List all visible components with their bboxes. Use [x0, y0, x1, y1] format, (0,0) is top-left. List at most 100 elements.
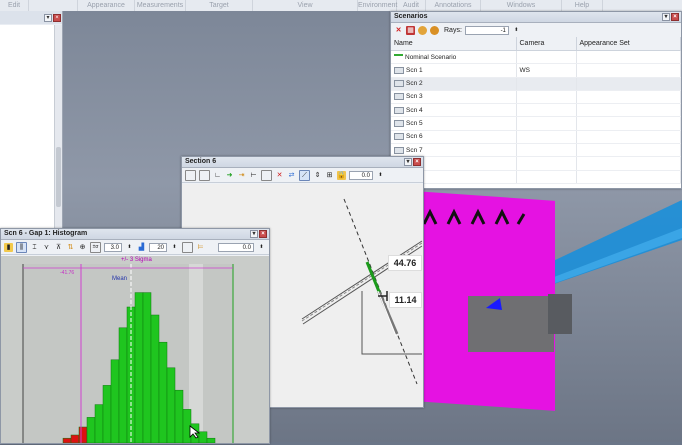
- menu-item-audit-views[interactable]: Audit Views: [397, 0, 426, 20]
- histogram-bar: [150, 314, 160, 444]
- delete-icon[interactable]: ✕: [275, 171, 284, 180]
- panel-header: a ▾ ×: [0, 11, 62, 35]
- dock-button[interactable]: ▾: [250, 230, 258, 238]
- spinner-icon[interactable]: ⬍: [257, 243, 266, 252]
- filter-icon[interactable]: ⋎: [42, 243, 51, 252]
- range-icon[interactable]: ⊼: [54, 243, 63, 252]
- menu-item-edit[interactable]: Edit: [0, 0, 29, 11]
- measure-icon[interactable]: ⟋: [299, 169, 310, 181]
- dock-button[interactable]: ▾: [662, 13, 670, 21]
- scenario-icon: [394, 133, 404, 141]
- lower-limit-label: -41.76: [60, 270, 75, 276]
- scrollbar-thumb[interactable]: [56, 147, 61, 207]
- dock-button[interactable]: ▾: [404, 158, 412, 166]
- menu-item-annotations[interactable]: Annotations: [426, 0, 481, 11]
- menu-item-appearance[interactable]: Appearance: [78, 0, 135, 11]
- close-icon[interactable]: ×: [53, 14, 61, 22]
- orange-arrow-icon[interactable]: ⇥: [237, 171, 246, 180]
- align-icon[interactable]: ⇕: [313, 171, 322, 180]
- spinner-icon[interactable]: ⬍: [512, 26, 521, 35]
- green-arrow-icon[interactable]: ➜: [225, 171, 234, 180]
- menu-item-measurements[interactable]: Measurements: [135, 0, 186, 11]
- menu-item-environment[interactable]: Environment: [358, 0, 397, 11]
- table-row[interactable]: Scn 5: [391, 116, 681, 131]
- bar-icon[interactable]: ⫼: [16, 241, 27, 253]
- dimension-label-2[interactable]: 11.14: [389, 292, 422, 308]
- spinner-icon[interactable]: ⬍: [376, 171, 385, 180]
- lock-icon[interactable]: 🔒: [337, 170, 346, 180]
- mouse-cursor-icon: [189, 425, 201, 439]
- scenarios-titlebar[interactable]: Scenarios ▾ ×: [391, 12, 681, 23]
- run-all-icon[interactable]: [430, 25, 439, 35]
- select-icon[interactable]: ⌶: [30, 243, 39, 252]
- gray-component[interactable]: [468, 296, 554, 352]
- tree-list[interactable]: [0, 25, 55, 239]
- chart-icon[interactable]: ▮: [4, 242, 13, 252]
- spinner-icon[interactable]: ⬍: [170, 243, 179, 252]
- sigma-icon[interactable]: ±σ: [90, 241, 101, 253]
- export-icon[interactable]: [182, 241, 193, 253]
- menu-item-help[interactable]: Help: [562, 0, 603, 11]
- histogram-window[interactable]: Scn 6 - Gap 1: Histogram ▾ × ▮ ⫼ ⌶ ⋎ ⊼ ⇅…: [0, 228, 270, 444]
- vertical-scrollbar[interactable]: [55, 25, 62, 239]
- align-icon[interactable]: ⊨: [196, 243, 205, 252]
- section-toolbar: ∟ ➜ ⇥ ⊢ ✕ ⇄ ⟋ ⇕ ⊞ 🔒 0.0 ⬍: [182, 168, 423, 183]
- swap-icon[interactable]: ⇄: [287, 171, 296, 180]
- column-header-name[interactable]: Name: [391, 37, 517, 51]
- section-icon[interactable]: [185, 169, 196, 181]
- cell-camera: [516, 116, 577, 131]
- cell-camera: [516, 170, 577, 184]
- close-icon[interactable]: ×: [413, 158, 421, 166]
- table-row[interactable]: Scn 1 WS: [391, 63, 681, 78]
- bins-input[interactable]: 20: [149, 242, 167, 252]
- sigma-input[interactable]: 3.0: [104, 242, 122, 252]
- cell-camera: [516, 130, 577, 145]
- run-icon[interactable]: [418, 25, 427, 35]
- menu-item-blank-1[interactable]: [29, 0, 78, 11]
- target-icon[interactable]: ⊕: [78, 243, 87, 252]
- window-title: Scenarios: [394, 13, 428, 20]
- histogram-bar: [78, 426, 88, 444]
- close-icon[interactable]: ×: [259, 230, 267, 238]
- window-title: Section 6: [185, 158, 217, 165]
- table-row[interactable]: Scn 8: [391, 156, 681, 171]
- column-header-appearance[interactable]: Appearance Set: [576, 37, 681, 51]
- histogram-bar: [206, 437, 216, 444]
- spinner-icon[interactable]: ⬍: [125, 243, 134, 252]
- close-icon[interactable]: ×: [671, 13, 679, 21]
- rays-input[interactable]: -1: [464, 25, 509, 35]
- grid-icon[interactable]: ⊞: [325, 171, 334, 180]
- table-row[interactable]: Scn 6: [391, 130, 681, 145]
- dock-button[interactable]: ▾: [44, 14, 52, 22]
- histogram-canvas[interactable]: +/- 3 Sigma Mean -41.76: [1, 256, 269, 444]
- histogram-titlebar[interactable]: Scn 6 - Gap 1: Histogram ▾ ×: [1, 229, 269, 240]
- gray-component-side: [548, 294, 572, 334]
- menu-item-target[interactable]: Target: [186, 0, 253, 11]
- histogram-bar: [94, 404, 104, 444]
- zoom-input[interactable]: 0.0: [349, 170, 373, 180]
- table-row[interactable]: Scn 3: [391, 90, 681, 105]
- table-row[interactable]: Scn 4: [391, 103, 681, 118]
- scenarios-window[interactable]: Scenarios ▾ × ✕ ▦ Rays: -1 ⬍ Name Camera…: [390, 11, 682, 189]
- scenario-name: Nominal Scenario: [405, 53, 457, 61]
- table-row[interactable]: Scn 7: [391, 143, 681, 158]
- page-icon[interactable]: [199, 169, 210, 181]
- sort-icon[interactable]: ⇅: [66, 243, 75, 252]
- delete-icon[interactable]: ✕: [394, 26, 403, 35]
- table-row[interactable]: Nominal Scenario: [391, 50, 681, 65]
- image-icon[interactable]: [261, 169, 272, 181]
- gap-icon[interactable]: ⊢: [249, 171, 258, 180]
- menu-item-windows[interactable]: Windows: [481, 0, 562, 11]
- table-row[interactable]: Scn 2: [391, 77, 681, 91]
- grid-icon[interactable]: ▦: [406, 25, 415, 35]
- section-titlebar[interactable]: Section 6 ▾ ×: [182, 157, 423, 168]
- column-header-camera[interactable]: Camera: [516, 37, 577, 51]
- cell-name: Scn 3: [391, 90, 517, 105]
- offset-input[interactable]: 0.0: [218, 242, 254, 252]
- dimension-label-1[interactable]: 44.76: [388, 255, 422, 271]
- table-row[interactable]: Scn 9: [391, 170, 681, 184]
- menu-item-view[interactable]: View: [253, 0, 358, 11]
- bins-icon[interactable]: ▟: [137, 243, 146, 252]
- cell-name: Scn 7: [391, 143, 517, 158]
- axis-icon[interactable]: ∟: [213, 171, 222, 180]
